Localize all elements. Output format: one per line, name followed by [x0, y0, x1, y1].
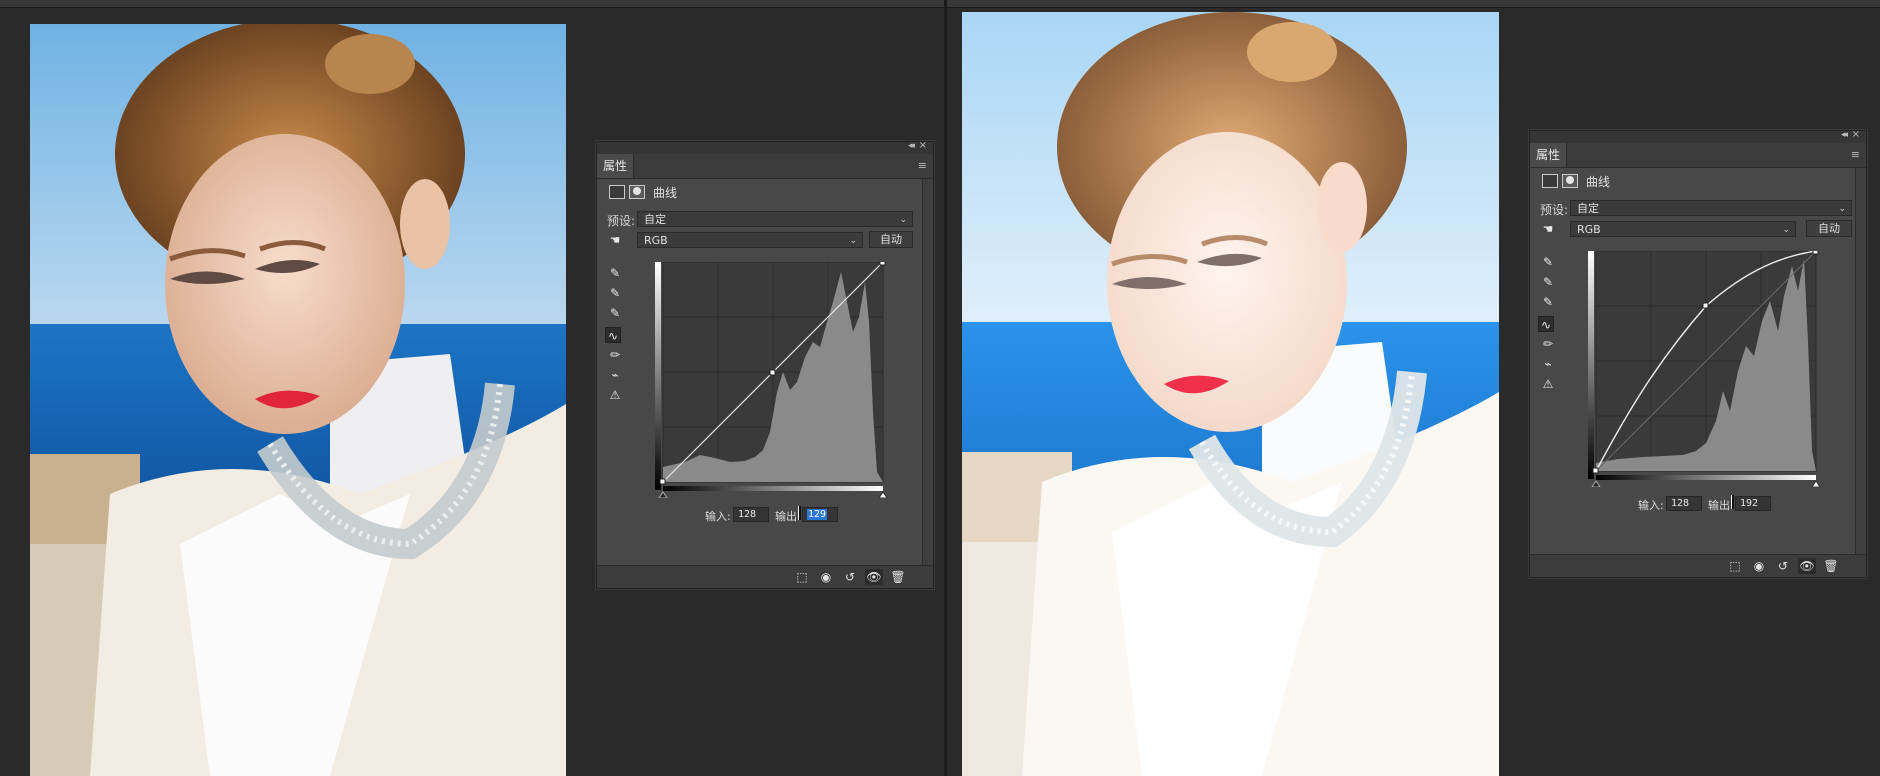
input-field[interactable]: 128 [733, 507, 769, 522]
curve-point-white[interactable] [879, 262, 886, 266]
curve-point[interactable] [769, 369, 776, 376]
output-label: 输出: [1708, 499, 1734, 512]
layer-mask-icon[interactable] [1562, 174, 1578, 188]
auto-button[interactable]: 自动 [1806, 220, 1852, 237]
clipping-warning-icon[interactable]: ⚠ [607, 387, 623, 403]
black-input-slider[interactable] [658, 491, 668, 498]
reset-icon[interactable]: ↺ [841, 569, 859, 585]
curve-point-edit-icon[interactable]: ∿ [605, 327, 621, 343]
chevron-down-icon: ⌄ [899, 215, 907, 225]
properties-panel-left: ◂◂ × 属性 ≡ 曲线 预设: 自定 ⌄ ☚ RGB ⌄ 自动 ✎ ✎ ✎ ∿… [596, 140, 934, 589]
chevron-down-icon: ⌄ [849, 236, 857, 246]
photo-original [30, 24, 566, 776]
document-pane-right: ◂◂ × 属性 ≡ 曲线 预设: 自定 ⌄ ☚ RGB ⌄ 自动 ✎ ✎ ✎ ∿… [947, 8, 1880, 776]
targeted-adjust-icon[interactable]: ☚ [1540, 221, 1556, 237]
curves-graph[interactable] [1588, 251, 1824, 487]
panel-menu-icon[interactable]: ≡ [1851, 148, 1860, 161]
input-gradient-bar [1596, 475, 1816, 480]
pencil-draw-icon[interactable]: ✏ [607, 347, 623, 363]
tab-properties[interactable]: 属性 [597, 154, 634, 178]
text-cursor [798, 506, 801, 520]
eyedropper-white-icon[interactable]: ✎ [607, 305, 623, 321]
output-gradient-bar [1588, 251, 1594, 479]
panel-top-strip [597, 142, 933, 154]
view-previous-state-icon[interactable]: ◉ [1750, 558, 1768, 574]
smooth-curve-icon[interactable]: ⌁ [1540, 356, 1556, 372]
panel-menu-icon[interactable]: ≡ [918, 159, 927, 172]
curve-point-edit-icon[interactable]: ∿ [1538, 316, 1554, 332]
targeted-adjust-icon[interactable]: ☚ [607, 232, 623, 248]
trash-icon[interactable]: 🗑 [889, 569, 907, 585]
curve-point-black[interactable] [1592, 467, 1599, 474]
tab-properties[interactable]: 属性 [1530, 143, 1567, 167]
clipping-warning-icon[interactable]: ⚠ [1540, 376, 1556, 392]
panel-top-strip [1530, 131, 1866, 143]
output-field[interactable]: 129 [802, 507, 838, 522]
channel-value: RGB [644, 234, 668, 247]
eyedropper-gray-icon[interactable]: ✎ [607, 285, 623, 301]
panel-scrollbar[interactable] [1855, 168, 1866, 554]
input-gradient-bar [663, 486, 883, 491]
adjustment-title: 曲线 [653, 186, 678, 200]
preset-dropdown[interactable]: 自定 ⌄ [637, 211, 913, 227]
output-gradient-bar [655, 262, 661, 490]
clip-to-layer-icon[interactable]: ⬚ [1726, 558, 1744, 574]
panel-tab-row: 属性 ≡ [1530, 143, 1866, 168]
white-input-slider[interactable] [878, 491, 888, 498]
curves-adjustment-icon[interactable] [1542, 174, 1558, 188]
channel-dropdown[interactable]: RGB ⌄ [1570, 221, 1796, 237]
layer-mask-icon[interactable] [629, 185, 645, 199]
view-previous-state-icon[interactable]: ◉ [817, 569, 835, 585]
output-label: 输出: [775, 510, 801, 523]
eyedropper-black-icon[interactable]: ✎ [607, 265, 623, 281]
adjustment-title: 曲线 [1586, 175, 1611, 189]
panel-bottom-bar: ⬚ ◉ ↺ 👁 🗑 [1530, 554, 1866, 577]
chevron-down-icon: ⌄ [1782, 225, 1790, 235]
document-pane-left: ◂◂ × 属性 ≡ 曲线 预设: 自定 ⌄ ☚ RGB ⌄ 自动 ✎ ✎ ✎ ∿… [0, 8, 944, 776]
visibility-eye-icon[interactable]: 👁 [1798, 558, 1816, 574]
preset-value: 自定 [1577, 202, 1599, 215]
input-field[interactable]: 128 [1666, 496, 1702, 511]
visibility-eye-icon[interactable]: 👁 [865, 569, 883, 585]
app-top-bar [0, 0, 1880, 8]
input-label: 输入: [1638, 499, 1664, 512]
preset-label: 预设: [607, 214, 636, 228]
clip-to-layer-icon[interactable]: ⬚ [793, 569, 811, 585]
preset-label: 预设: [1540, 203, 1569, 217]
smooth-curve-icon[interactable]: ⌁ [607, 367, 623, 383]
preset-dropdown[interactable]: 自定 ⌄ [1570, 200, 1852, 216]
chevron-down-icon: ⌄ [1838, 204, 1846, 214]
collapse-icon[interactable]: ◂◂ [1841, 130, 1848, 140]
preset-value: 自定 [644, 213, 666, 226]
input-label: 输入: [705, 510, 731, 523]
curve-point[interactable] [1702, 302, 1709, 309]
panel-scrollbar[interactable] [922, 179, 933, 565]
curve-point-white[interactable] [1812, 251, 1819, 255]
output-field[interactable]: 192 [1735, 496, 1771, 511]
trash-icon[interactable]: 🗑 [1822, 558, 1840, 574]
pencil-draw-icon[interactable]: ✏ [1540, 336, 1556, 352]
eyedropper-gray-icon[interactable]: ✎ [1540, 274, 1556, 290]
photo-adjusted [962, 12, 1499, 776]
text-cursor [1731, 495, 1734, 509]
eyedropper-black-icon[interactable]: ✎ [1540, 254, 1556, 270]
properties-panel-right: ◂◂ × 属性 ≡ 曲线 预设: 自定 ⌄ ☚ RGB ⌄ 自动 ✎ ✎ ✎ ∿… [1529, 129, 1867, 578]
auto-button[interactable]: 自动 [869, 231, 913, 248]
panel-tab-row: 属性 ≡ [597, 154, 933, 179]
white-input-slider[interactable] [1811, 480, 1821, 487]
panel-bottom-bar: ⬚ ◉ ↺ 👁 🗑 [597, 565, 933, 588]
channel-dropdown[interactable]: RGB ⌄ [637, 232, 863, 248]
curves-adjustment-icon[interactable] [609, 185, 625, 199]
curves-graph[interactable] [655, 262, 891, 498]
close-icon[interactable]: × [919, 140, 927, 151]
curve-point-black[interactable] [659, 478, 666, 485]
channel-value: RGB [1577, 223, 1601, 236]
eyedropper-white-icon[interactable]: ✎ [1540, 294, 1556, 310]
reset-icon[interactable]: ↺ [1774, 558, 1792, 574]
collapse-icon[interactable]: ◂◂ [908, 141, 915, 151]
black-input-slider[interactable] [1591, 480, 1601, 487]
close-icon[interactable]: × [1852, 129, 1860, 140]
